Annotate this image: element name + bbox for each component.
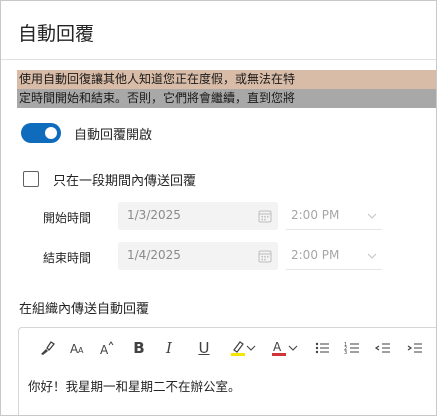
schedule-checkbox-label: 只在一段期間內傳送回覆 — [53, 173, 197, 189]
end-date-value: 1/4/2025 — [127, 248, 181, 262]
italic-icon: I — [166, 339, 172, 357]
end-time-picker[interactable]: 2:00 PM — [286, 242, 382, 270]
chevron-down-icon — [367, 213, 377, 219]
end-time-value: 2:00 PM — [291, 248, 340, 262]
start-time-value: 2:00 PM — [291, 208, 340, 222]
svg-text:A: A — [78, 346, 84, 355]
bold-icon: B — [133, 339, 145, 357]
calendar-icon — [258, 210, 272, 223]
italic-button[interactable]: I — [159, 338, 179, 358]
increase-indent-icon[interactable] — [405, 338, 425, 358]
underline-icon: U — [198, 339, 210, 357]
end-time-label: 結束時間 — [43, 251, 92, 265]
numbered-list-icon[interactable]: 123 — [342, 338, 362, 358]
page-title: 自動回覆 — [18, 23, 95, 45]
start-time-label: 開始時間 — [43, 211, 92, 225]
chevron-down-icon[interactable] — [287, 338, 299, 358]
svg-text:A: A — [273, 340, 282, 354]
font-size-increase-icon[interactable]: A — [97, 338, 117, 358]
end-date-picker[interactable]: 1/4/2025 — [118, 242, 278, 270]
chevron-down-icon — [367, 253, 377, 259]
font-color-button[interactable]: A — [269, 338, 289, 358]
start-date-picker[interactable]: 1/3/2025 — [118, 202, 278, 230]
start-date-value: 1/3/2025 — [127, 208, 181, 222]
divider — [1, 59, 436, 60]
message-body: 你好！我星期一和星期二不在辦公室。 — [28, 379, 241, 394]
font-size-decrease-icon[interactable]: AA — [68, 338, 88, 358]
calendar-icon — [258, 250, 272, 263]
schedule-row: 只在一段期間內傳送回覆 — [23, 170, 197, 189]
description: 使用自動回復讓其他人知道您正在度假，或無法在特 定時間開始和結束。否則，它們將會… — [17, 70, 436, 108]
inside-org-label: 在組織內傳送自動回覆 — [19, 302, 150, 317]
auto-reply-toggle[interactable] — [21, 123, 61, 143]
toggle-knob — [45, 127, 57, 139]
auto-reply-toggle-label: 自動回覆開啟 — [74, 127, 153, 143]
underline-button[interactable]: U — [194, 338, 214, 358]
description-line-1: 使用自動回復讓其他人知道您正在度假，或無法在特 — [17, 70, 436, 89]
schedule-checkbox[interactable] — [23, 171, 39, 187]
auto-reply-panel: 自動回覆 使用自動回復讓其他人知道您正在度假，或無法在特 定時間開始和結束。否則… — [0, 0, 437, 416]
auto-reply-toggle-row: 自動回覆開啟 — [21, 123, 152, 143]
decrease-indent-icon[interactable] — [373, 338, 393, 358]
svg-text:A: A — [100, 343, 109, 357]
formatting-toolbar: AA A B I U A 1 2 3 — [19, 328, 436, 366]
start-time-picker[interactable]: 2:00 PM — [286, 202, 382, 230]
bold-button[interactable]: B — [129, 338, 149, 358]
format-painter-icon[interactable] — [37, 338, 57, 358]
bullet-list-icon[interactable] — [312, 338, 332, 358]
chevron-down-icon[interactable] — [245, 338, 257, 358]
message-editor[interactable]: AA A B I U A 1 2 3 你好！我星期一和星期二不在辦公室。 — [18, 327, 436, 415]
svg-text:3: 3 — [344, 350, 347, 356]
description-line-2: 定時間開始和結束。否則，它們將會繼續，直到您將 — [17, 89, 436, 108]
